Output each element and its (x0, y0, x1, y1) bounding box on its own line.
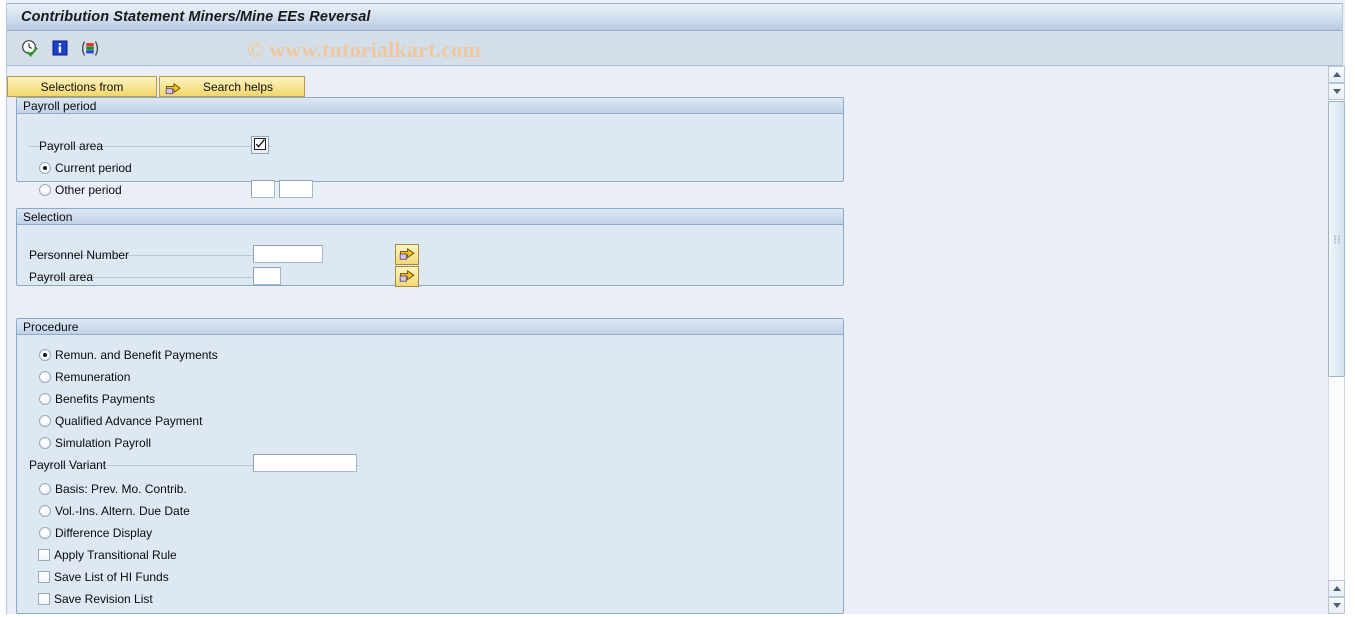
payroll-area-input[interactable] (253, 267, 281, 285)
vertical-scrollbar[interactable] (1328, 66, 1345, 614)
checkbox-apply-transitional-rule-label: Apply Transitional Rule (54, 548, 177, 562)
tab-search-helps-label: Search helps (202, 79, 274, 94)
payroll-variant-input[interactable] (253, 454, 357, 472)
group-selection-body: Personnel Number Payroll area (17, 225, 843, 287)
option-qualified-advance-payment[interactable]: Qualified Advance Payment (39, 412, 202, 430)
option-remuneration[interactable]: Remuneration (39, 368, 130, 386)
variant-icon[interactable] (79, 37, 101, 59)
radio-vol-ins-altern-due-date[interactable] (39, 505, 51, 517)
payroll-area-multiple-selection-button[interactable] (395, 266, 419, 287)
group-payroll-period-header: Payroll period (17, 98, 843, 114)
checkbox-save-list-of-hi-funds[interactable]: Save List of HI Funds (38, 568, 169, 586)
checkbox-apply-transitional-rule-box[interactable] (38, 549, 50, 561)
window-left-margin (0, 0, 6, 617)
checkbox-save-list-of-hi-funds-box[interactable] (38, 571, 50, 583)
window-title-bar: Contribution Statement Miners/Mine EEs R… (6, 3, 1343, 31)
scroll-up-button[interactable] (1328, 66, 1345, 83)
checkbox-apply-transitional-rule[interactable]: Apply Transitional Rule (38, 546, 177, 564)
personnel-number-label: Personnel Number (29, 248, 130, 262)
payroll-area-selection-button[interactable] (251, 136, 269, 154)
group-selection-title: Selection (23, 209, 73, 224)
option-other-period[interactable]: Other period (39, 181, 122, 199)
option-other-period-label: Other period (55, 183, 122, 197)
payroll-variant-label-row: Payroll Variant (29, 456, 106, 474)
option-difference-display[interactable]: Difference Display (39, 524, 152, 542)
radio-current-period[interactable] (39, 162, 51, 174)
group-procedure: Procedure Remun. and Benefit Payments Re… (16, 318, 844, 614)
arrow-up-icon (1332, 586, 1341, 591)
group-selection: Selection Personnel Number Payroll area (16, 208, 844, 287)
payroll-area-selection-label: Payroll area (29, 270, 94, 284)
tab-selections-from-label: Selections from (40, 79, 124, 94)
radio-qualified-advance-payment[interactable] (39, 415, 51, 427)
arrow-up-icon (1332, 72, 1341, 77)
option-benefits-payments[interactable]: Benefits Payments (39, 390, 155, 408)
arrow-down-icon (1332, 89, 1341, 94)
multiple-selection-icon (399, 245, 416, 264)
option-remuneration-label: Remuneration (55, 370, 131, 384)
personnel-number-input[interactable] (253, 245, 323, 263)
option-current-period-label: Current period (55, 161, 132, 175)
selection-screen-canvas: Selections from Search helps Payroll per… (6, 66, 1322, 614)
personnel-number-multiple-selection-button[interactable] (395, 244, 419, 265)
payroll-variant-label: Payroll Variant (29, 458, 107, 472)
payroll-area-selection-label-row: Payroll area (29, 268, 93, 286)
arrow-folder-icon (162, 77, 184, 96)
group-procedure-header: Procedure (17, 319, 843, 335)
radio-remuneration[interactable] (39, 371, 51, 383)
checkbox-save-revision-list[interactable]: Save Revision List (38, 590, 153, 608)
scroll-down-button-top[interactable] (1328, 83, 1345, 100)
tab-strip: Selections from Search helps (7, 76, 305, 97)
checkbox-save-revision-list-box[interactable] (38, 593, 50, 605)
radio-benefits-payments[interactable] (39, 393, 51, 405)
group-selection-header: Selection (17, 209, 843, 225)
group-payroll-period-body: Payroll area Current period Other period (17, 114, 843, 198)
option-simulation-payroll-label: Simulation Payroll (55, 436, 152, 450)
other-period-field-2[interactable] (279, 180, 313, 198)
checkbox-save-list-of-hi-funds-label: Save List of HI Funds (54, 570, 169, 584)
option-remun-benefit-payments-label: Remun. and Benefit Payments (55, 348, 218, 362)
scroll-grip-icon (1334, 235, 1341, 244)
arrow-down-icon (1332, 603, 1341, 608)
option-remun-benefit-payments[interactable]: Remun. and Benefit Payments (39, 346, 218, 364)
option-basis-prev-mo-contrib[interactable]: Basis: Prev. Mo. Contrib. (39, 480, 187, 498)
payroll-area-label-row: Payroll area (39, 137, 103, 155)
group-payroll-period: Payroll period Payroll area Current peri… (16, 97, 844, 198)
personnel-number-label-row: Personnel Number (29, 246, 129, 264)
checkbox-check-icon (254, 137, 266, 153)
option-vol-ins-altern-due-date[interactable]: Vol.-Ins. Altern. Due Date (39, 502, 190, 520)
window-right-margin (1345, 0, 1355, 617)
content-left-border (6, 66, 7, 614)
option-vol-ins-altern-due-date-label: Vol.-Ins. Altern. Due Date (55, 504, 190, 518)
option-qualified-advance-payment-label: Qualified Advance Payment (55, 414, 203, 428)
radio-difference-display[interactable] (39, 527, 51, 539)
group-procedure-title: Procedure (23, 319, 79, 334)
option-current-period[interactable]: Current period (39, 159, 132, 177)
scroll-down-button[interactable] (1328, 597, 1345, 614)
radio-remun-benefit-payments[interactable] (39, 349, 51, 361)
group-procedure-body: Remun. and Benefit Payments Remuneration… (17, 335, 843, 613)
tab-search-helps[interactable]: Search helps (159, 76, 305, 97)
scrollbar-thumb[interactable] (1328, 101, 1345, 377)
radio-simulation-payroll[interactable] (39, 437, 51, 449)
option-basis-prev-mo-contrib-label: Basis: Prev. Mo. Contrib. (55, 482, 187, 496)
option-difference-display-label: Difference Display (55, 526, 153, 540)
other-period-field-1[interactable] (251, 180, 275, 198)
tab-selections-from[interactable]: Selections from (7, 76, 157, 97)
multiple-selection-icon (399, 267, 416, 286)
information-icon[interactable] (49, 37, 71, 59)
execute-clock-icon[interactable] (19, 37, 41, 59)
application-toolbar (6, 31, 1343, 66)
page-title: Contribution Statement Miners/Mine EEs R… (21, 9, 371, 25)
radio-basis-prev-mo-contrib[interactable] (39, 483, 51, 495)
payroll-area-label: Payroll area (39, 139, 104, 153)
checkbox-save-revision-list-label: Save Revision List (54, 592, 153, 606)
group-payroll-period-title: Payroll period (23, 98, 97, 113)
sap-selection-screen: Contribution Statement Miners/Mine EEs R… (0, 0, 1355, 617)
radio-other-period[interactable] (39, 184, 51, 196)
option-simulation-payroll[interactable]: Simulation Payroll (39, 434, 151, 452)
scroll-up-button-bottom[interactable] (1328, 580, 1345, 597)
option-benefits-payments-label: Benefits Payments (55, 392, 156, 406)
